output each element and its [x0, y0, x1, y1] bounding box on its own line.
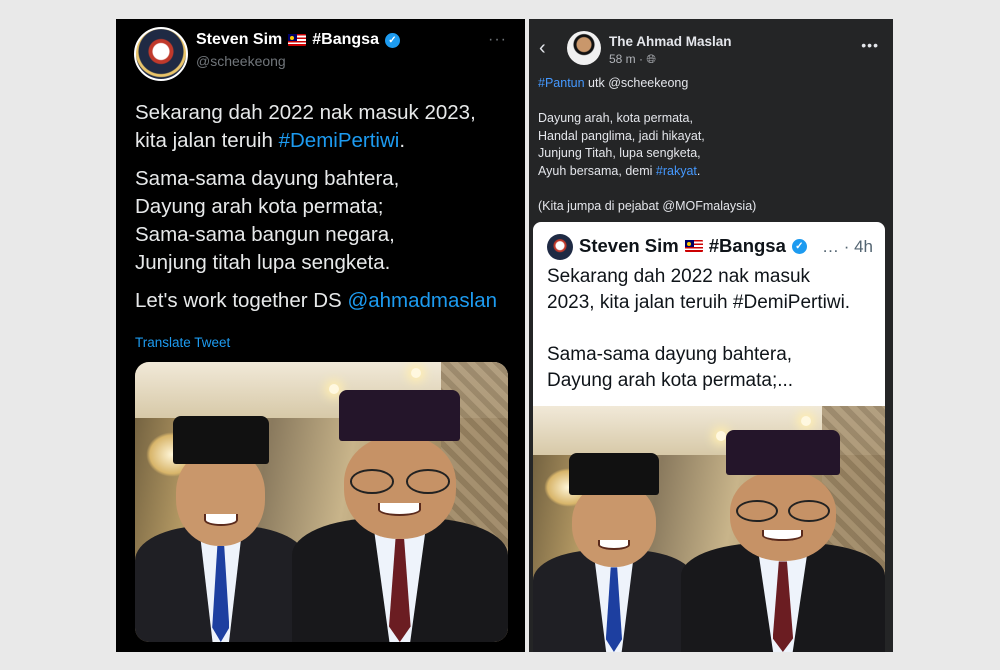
tweet-line: Sekarang dah 2022 nak masuk: [547, 266, 811, 287]
tweet-line: kita jalan teruih: [135, 129, 279, 152]
display-name: Steven Sim: [196, 31, 283, 48]
songkok: [172, 415, 269, 464]
translate-tweet-link[interactable]: Translate Tweet: [135, 335, 230, 350]
avatar[interactable]: [134, 27, 188, 81]
mention-link[interactable]: @ahmadmaslan: [347, 289, 497, 312]
punctuation: .: [399, 129, 406, 152]
hashtag-link[interactable]: #DemiPertiwi: [279, 129, 400, 152]
tweet-text: Sekarang dah 2022 nak masuk 2023, kita j…: [547, 264, 877, 394]
more-options-icon[interactable]: ···: [488, 31, 507, 49]
face: [176, 449, 266, 546]
person-right: [680, 426, 885, 652]
glasses: [350, 469, 450, 494]
pantun-line: Ayuh bersama, demi: [538, 163, 656, 178]
pantun-line: Handal panglima, jadi hikayat,: [538, 128, 705, 143]
malaysia-flag-icon: [288, 34, 307, 46]
pantun-line: Dayung arah, kota permata,: [538, 111, 693, 125]
tweet-text: Sekarang dah 2022 nak masuk 2023, kita j…: [135, 99, 515, 325]
ceiling-light: [411, 367, 422, 378]
facebook-post: ‹ The Ahmad Maslan 58 m · 🌐︎ ••• #Pantun…: [529, 19, 893, 652]
name-tag: #Bangsa: [708, 235, 786, 256]
songkok: [339, 389, 461, 442]
user-handle[interactable]: @scheekeong: [196, 53, 286, 69]
more-options-icon[interactable]: •••: [861, 37, 879, 53]
tweet-photo: [533, 406, 885, 652]
tweet-time: … · 4h: [821, 237, 873, 256]
name-tag: #Bangsa: [312, 31, 379, 48]
face: [571, 482, 657, 568]
tweet-photo[interactable]: [135, 362, 508, 642]
intro-text: utk @scheekeong: [584, 76, 689, 90]
pantun-line: Sama-sama dayung bahtera,: [135, 167, 400, 190]
footer-text: (Kita jumpa di pejabat @MOFmalaysia): [538, 198, 757, 213]
avatar[interactable]: [567, 31, 601, 65]
pantun-line: Junjung titah lupa sengketa.: [135, 251, 391, 274]
glasses: [735, 500, 830, 523]
photo-scene: [533, 406, 885, 652]
post-time[interactable]: 58 m ·: [609, 52, 646, 66]
photo-scene: [135, 362, 508, 642]
malaysia-flag-icon: [684, 240, 703, 252]
twitter-post: Steven Sim #Bangsa ✓ @scheekeong ··· Sek…: [116, 19, 525, 652]
verified-badge-icon: ✓: [791, 238, 807, 254]
person-left: [533, 440, 695, 652]
person-left: [135, 401, 307, 642]
songkok: [725, 430, 841, 476]
verified-badge-icon: ✓: [384, 32, 400, 48]
songkok: [568, 453, 660, 496]
hashtag-link[interactable]: #rakyat: [656, 164, 697, 178]
tweet-line: 2023, kita jalan teruih #DemiPertiwi.: [547, 292, 851, 313]
author-name[interactable]: The Ahmad Maslan: [609, 34, 732, 49]
tweet-line: Dayung arah kota permata;...: [547, 370, 794, 391]
pantun-line: Sama-sama bangun negara,: [135, 223, 395, 246]
tweet-line: Sekarang dah 2022 nak masuk 2023,: [135, 101, 476, 124]
display-name: Steven Sim: [579, 235, 679, 256]
pantun-line: Junjung Titah, lupa sengketa,: [538, 146, 701, 160]
smile: [378, 502, 422, 516]
person-right: [291, 384, 508, 642]
ceiling-light: [800, 415, 811, 426]
avatar: [547, 234, 573, 260]
hashtag-link[interactable]: #Pantun: [538, 76, 585, 90]
closing-text: Let's work together DS: [135, 289, 348, 312]
punctuation: .: [696, 163, 701, 178]
embedded-tweet[interactable]: Steven Sim #Bangsa ✓ … · 4h Sekarang dah…: [533, 222, 885, 652]
author-name[interactable]: Steven Sim #Bangsa ✓: [196, 31, 400, 49]
pantun-line: Dayung arah kota permata;: [135, 195, 384, 218]
back-arrow-icon[interactable]: ‹: [539, 37, 546, 60]
globe-icon: 🌐︎: [646, 52, 656, 66]
tweet-line: Sama-sama dayung bahtera,: [547, 344, 793, 365]
author-name: Steven Sim #Bangsa ✓: [579, 235, 807, 257]
post-text: #Pantun utk @scheekeong Dayung arah, kot…: [538, 75, 883, 215]
post-meta: 58 m · 🌐︎: [609, 52, 656, 67]
